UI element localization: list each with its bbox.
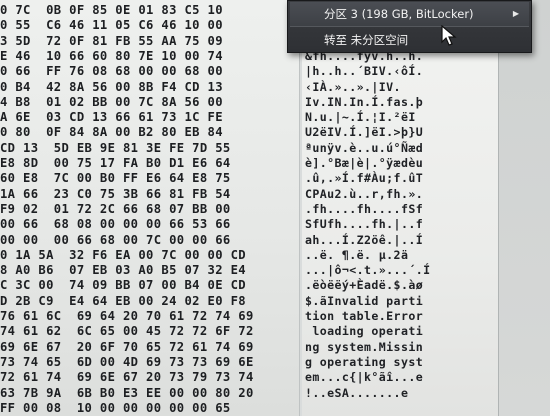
ascii-row: !..eSA.......e <box>305 385 409 400</box>
context-menu: 分区 3 (198 GB, BitLocker) ▶ 转至 未分区空间 <box>287 0 532 53</box>
ascii-view-pane[interactable]: ÷Â..t.þF.f`.|~..t&fh....fÿv.h..h.|h..h..… <box>302 0 498 416</box>
menu-item-goto-unallocated[interactable]: 转至 未分区空间 <box>290 28 529 52</box>
hex-view-pane[interactable]: 0 7C 0B 0F 85 0E 01 83 C5 10 0 55 C6 46 1… <box>0 0 300 416</box>
mouse-cursor-icon <box>441 25 457 46</box>
menu-item-partition-label: 分区 3 (198 GB, BitLocker) <box>324 7 474 21</box>
menu-item-goto-label: 转至 未分区空间 <box>324 33 409 47</box>
menu-separator <box>290 26 529 27</box>
hex-row: FF 00 08 10 00 00 00 00 00 65 <box>0 400 231 415</box>
right-panel <box>498 0 550 416</box>
submenu-arrow-icon: ▶ <box>512 9 519 18</box>
menu-item-partition-3[interactable]: 分区 3 (198 GB, BitLocker) ▶ <box>290 2 529 26</box>
